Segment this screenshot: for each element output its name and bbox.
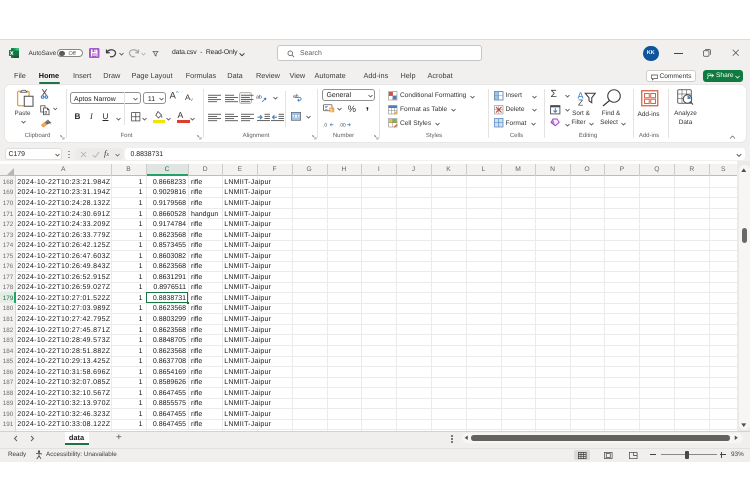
svg-text:ab: ab — [256, 94, 262, 100]
svg-text:$: $ — [330, 109, 332, 113]
svg-text:.00: .00 — [339, 122, 346, 128]
svg-text:ab: ab — [293, 94, 299, 100]
svg-text:Z: Z — [578, 98, 583, 108]
svg-text:.0: .0 — [323, 122, 327, 128]
